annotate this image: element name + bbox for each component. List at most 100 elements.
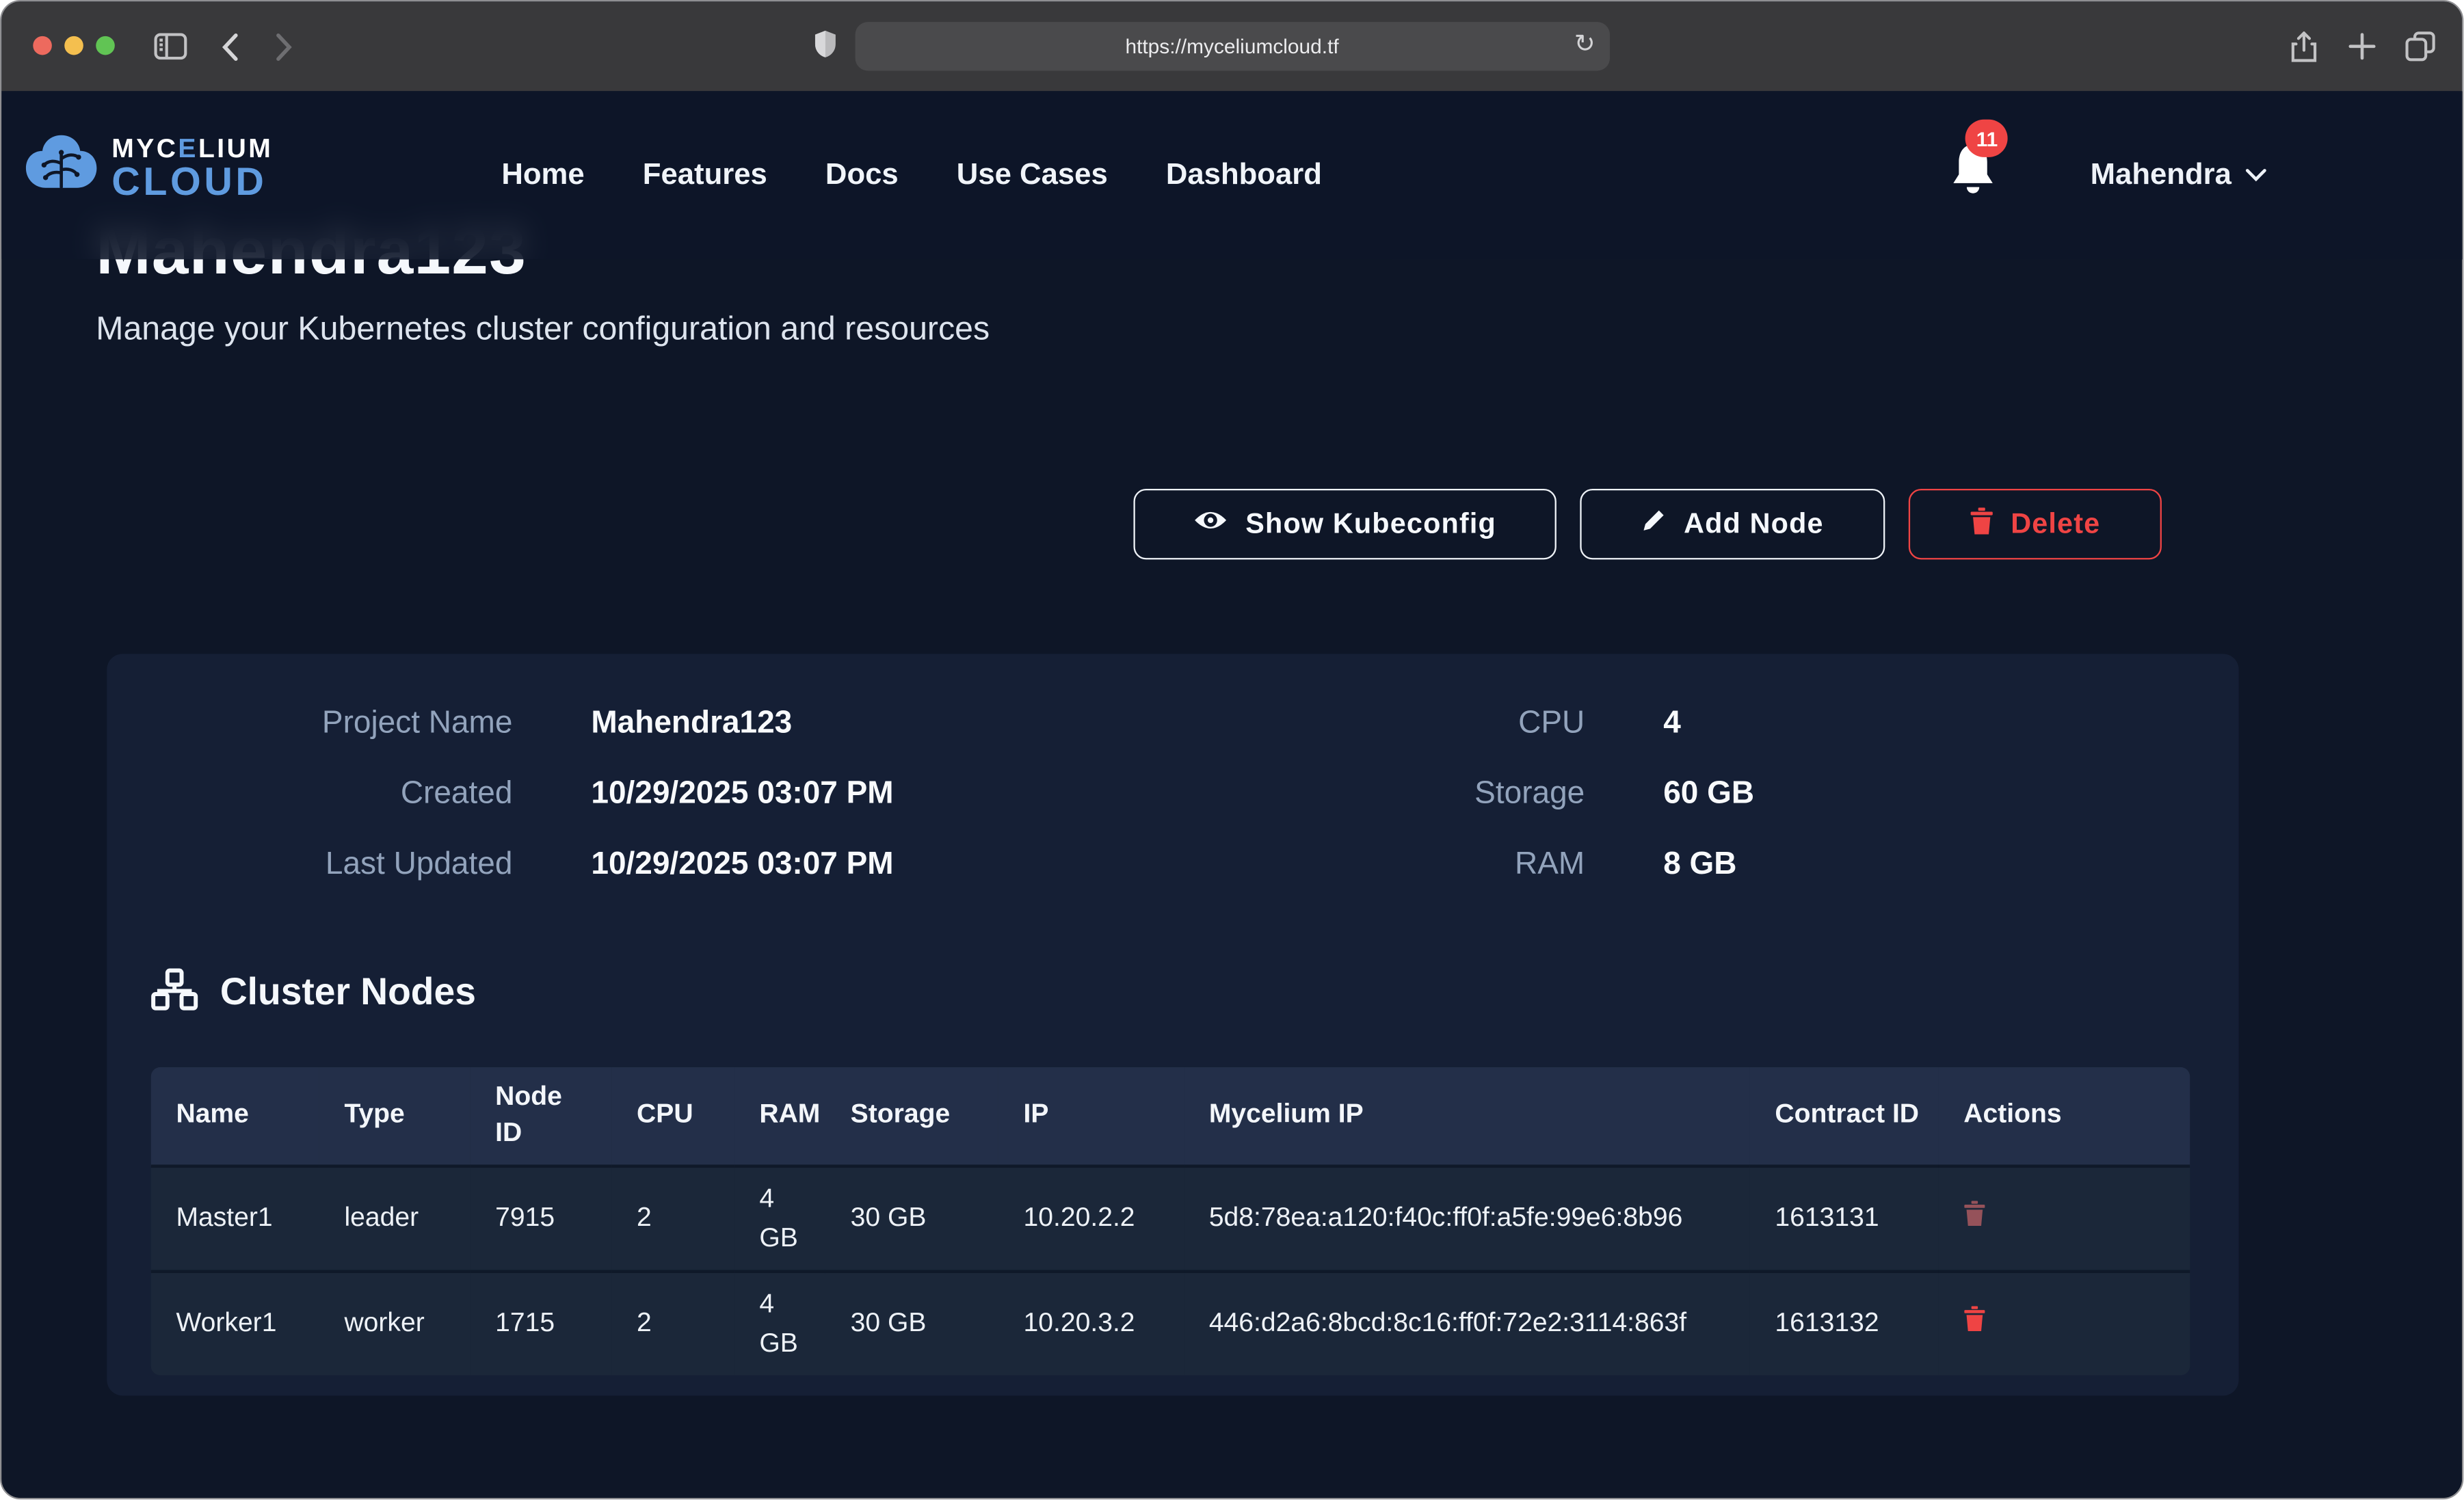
cell-contract-id: 1613131 [1750, 1166, 1939, 1272]
info-value: 60 GB [1663, 772, 2041, 816]
delete-node-button[interactable] [1963, 1201, 1985, 1227]
chevron-down-icon [2246, 163, 2268, 187]
col-mycelium-ip: Mycelium IP [1184, 1067, 1750, 1166]
bell-icon [1947, 178, 2000, 204]
cell-name: Master1 [151, 1166, 319, 1272]
nav-link-dashboard[interactable]: Dashboard [1166, 158, 1322, 193]
notifications-button[interactable]: 11 [1947, 138, 2010, 217]
delete-button[interactable]: Delete [1909, 489, 2162, 559]
info-label: Project Name [170, 701, 512, 745]
table-row: Worker1 worker 1715 2 4 GB 30 GB 10.20.3… [151, 1272, 2190, 1376]
trash-icon [1963, 1201, 1985, 1227]
show-kubeconfig-label: Show Kubeconfig [1245, 508, 1496, 541]
info-value: Mahendra123 [591, 701, 1267, 745]
screenshot-stage: Mahendra123 Manage your Kubernetes clust… [0, 0, 2464, 1500]
col-node-id: Node ID [470, 1067, 611, 1166]
window-controls[interactable] [33, 36, 115, 55]
forward-button[interactable] [264, 1, 302, 91]
table-header-row: Name Type Node ID CPU RAM Storage IP Myc… [151, 1067, 2190, 1166]
cell-type: leader [319, 1166, 471, 1272]
brand-logo[interactable]: MYCELIUM CLOUD [23, 132, 273, 206]
col-cpu: CPU [611, 1067, 734, 1166]
cluster-nodes-title: Cluster Nodes [220, 972, 476, 1015]
notification-badge: 11 [1965, 120, 2008, 157]
info-label: Last Updated [170, 842, 512, 886]
cell-type: worker [319, 1272, 471, 1376]
info-value: 8 GB [1663, 842, 2041, 886]
col-name: Name [151, 1067, 319, 1166]
back-button[interactable] [211, 1, 248, 91]
delete-label: Delete [2011, 508, 2100, 541]
cell-ram: 4 GB [734, 1272, 825, 1376]
cell-mycelium-ip: 446:d2a6:8bcd:8c16:ff0f:72e2:3114:863f [1184, 1272, 1750, 1376]
zoom-window-button[interactable] [96, 36, 115, 55]
cell-name: Worker1 [151, 1272, 319, 1376]
browser-chrome: https://myceliumcloud.tf ↻ [1, 1, 2463, 91]
cell-ip: 10.20.3.2 [998, 1272, 1184, 1376]
cell-cpu: 2 [611, 1272, 734, 1376]
page-content: Mahendra123 Manage your Kubernetes clust… [1, 91, 2463, 1498]
logo-line2: CLOUD [111, 163, 273, 202]
nav-link-docs[interactable]: Docs [825, 158, 899, 193]
add-node-label: Add Node [1684, 508, 1824, 541]
delete-node-button[interactable] [1963, 1307, 1985, 1332]
project-info-right: CPU 4 Storage 60 GB RAM 8 GB [1321, 701, 2041, 886]
cell-contract-id: 1613132 [1750, 1272, 1939, 1376]
reload-icon[interactable]: ↻ [1574, 28, 1595, 59]
info-value: 10/29/2025 03:07 PM [591, 772, 1267, 816]
cell-mycelium-ip: 5d8:78ea:a120:f40c:ff0f:a5fe:99e6:8b96 [1184, 1166, 1750, 1272]
project-info-left: Project Name Mahendra123 Created 10/29/202… [170, 701, 1267, 886]
nav-link-use-cases[interactable]: Use Cases [957, 158, 1108, 193]
cell-node-id: 7915 [470, 1166, 611, 1272]
url-text: https://myceliumcloud.tf [1125, 35, 1338, 58]
cluster-nodes-table: Name Type Node ID CPU RAM Storage IP Myc… [151, 1067, 2190, 1376]
close-window-button[interactable] [33, 36, 52, 55]
network-icon [151, 968, 198, 1019]
col-ip: IP [998, 1067, 1184, 1166]
sidebar-toggle-button[interactable] [146, 1, 194, 91]
col-ram: RAM [734, 1067, 825, 1166]
address-bar[interactable]: https://myceliumcloud.tf ↻ [855, 22, 1609, 70]
nav-link-home[interactable]: Home [501, 158, 584, 193]
table-row: Master1 leader 7915 2 4 GB 30 GB 10.20.2… [151, 1166, 2190, 1272]
main-nav: Home Features Docs Use Cases Dashboard [501, 91, 1322, 259]
brand-logo-text: MYCELIUM CLOUD [111, 135, 273, 203]
trash-icon [1970, 507, 1993, 541]
cell-storage: 30 GB [825, 1166, 998, 1272]
info-label: Created [170, 772, 512, 816]
eye-icon [1193, 508, 1228, 541]
project-info-panel: Project Name Mahendra123 Created 10/29/202… [107, 654, 2238, 1395]
share-icon[interactable] [2283, 1, 2324, 91]
col-type: Type [319, 1067, 471, 1166]
info-label: CPU [1321, 701, 1585, 745]
mycelium-cloud-icon [23, 132, 98, 206]
info-value: 4 [1663, 701, 2041, 745]
trash-icon [1963, 1307, 1985, 1332]
user-name: Mahendra [2091, 158, 2231, 193]
col-actions: Actions [1938, 1067, 2190, 1166]
browser-window: Mahendra123 Manage your Kubernetes clust… [0, 0, 2464, 1500]
logo-line1: MYCELIUM [111, 135, 273, 162]
show-kubeconfig-button[interactable]: Show Kubeconfig [1133, 489, 1556, 559]
privacy-shield-icon [814, 30, 836, 58]
minimize-window-button[interactable] [64, 36, 83, 55]
nav-link-features[interactable]: Features [643, 158, 767, 193]
site-header: MYCELIUM CLOUD Home Features Docs Use Ca… [1, 91, 2463, 259]
info-label: Storage [1321, 772, 1585, 816]
cell-ram: 4 GB [734, 1166, 825, 1272]
tab-overview-button[interactable] [2398, 1, 2442, 91]
cluster-nodes-heading: Cluster Nodes [151, 968, 476, 1019]
col-storage: Storage [825, 1067, 998, 1166]
info-value: 10/29/2025 03:07 PM [591, 842, 1267, 886]
cell-storage: 30 GB [825, 1272, 998, 1376]
user-menu[interactable]: Mahendra [2081, 91, 2277, 259]
pencil-icon [1641, 508, 1667, 541]
cell-node-id: 1715 [470, 1272, 611, 1376]
cell-ip: 10.20.2.2 [998, 1166, 1184, 1272]
col-contract-id: Contract ID [1750, 1067, 1939, 1166]
new-tab-button[interactable] [2342, 1, 2383, 91]
info-label: RAM [1321, 842, 1585, 886]
page-subtitle: Manage your Kubernetes cluster configura… [96, 311, 990, 349]
add-node-button[interactable]: Add Node [1580, 489, 1885, 559]
cell-cpu: 2 [611, 1166, 734, 1272]
